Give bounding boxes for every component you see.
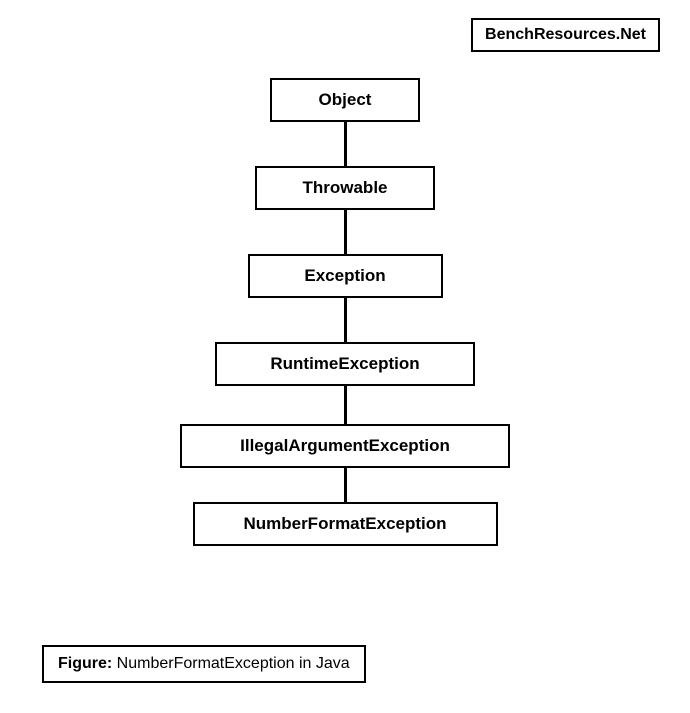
hierarchy-connector (344, 210, 347, 254)
hierarchy-node: Exception (248, 254, 443, 298)
attribution-box: BenchResources.Net (471, 18, 660, 52)
hierarchy-node: RuntimeException (215, 342, 475, 386)
hierarchy-node: Object (270, 78, 420, 122)
caption-text: NumberFormatException in Java (112, 655, 349, 672)
hierarchy-connector (344, 298, 347, 342)
hierarchy-connector (344, 386, 347, 424)
hierarchy-node: NumberFormatException (193, 502, 498, 546)
hierarchy-connector (344, 468, 347, 502)
hierarchy-node: Throwable (255, 166, 435, 210)
hierarchy-node: IllegalArgumentException (180, 424, 510, 468)
attribution-text: BenchResources.Net (485, 26, 646, 43)
caption-label: Figure: (58, 655, 112, 672)
class-hierarchy: Object Throwable Exception RuntimeException… (180, 78, 510, 546)
figure-caption: Figure: NumberFormatException in Java (42, 645, 366, 683)
hierarchy-connector (344, 122, 347, 166)
